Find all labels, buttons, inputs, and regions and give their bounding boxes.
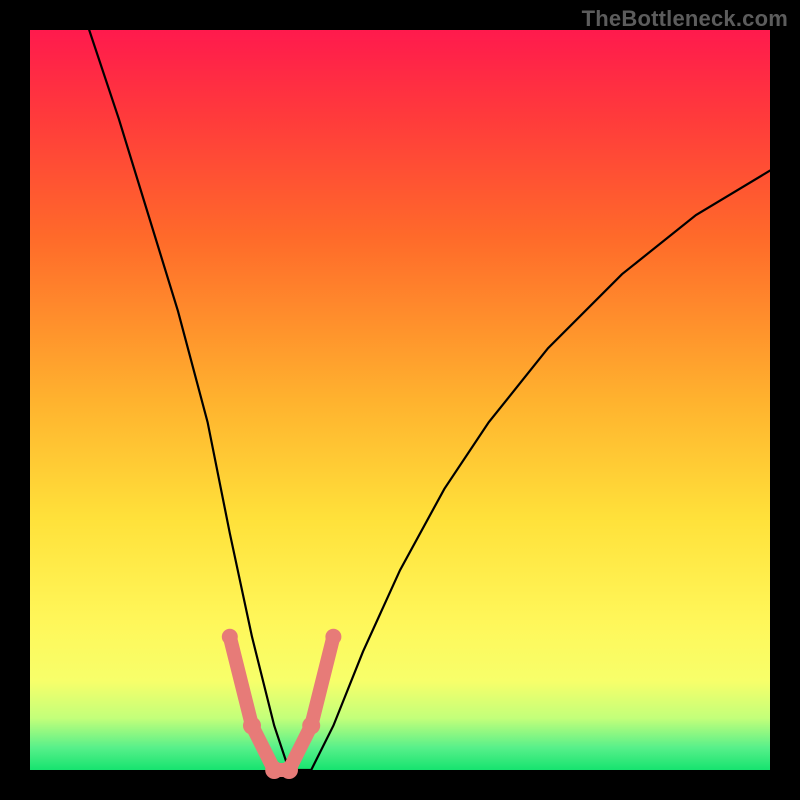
bottleneck-curve xyxy=(89,30,770,770)
highlight-segment xyxy=(222,629,342,779)
watermark-text: TheBottleneck.com xyxy=(582,6,788,32)
chart-svg xyxy=(30,30,770,770)
outer-frame: TheBottleneck.com xyxy=(0,0,800,800)
